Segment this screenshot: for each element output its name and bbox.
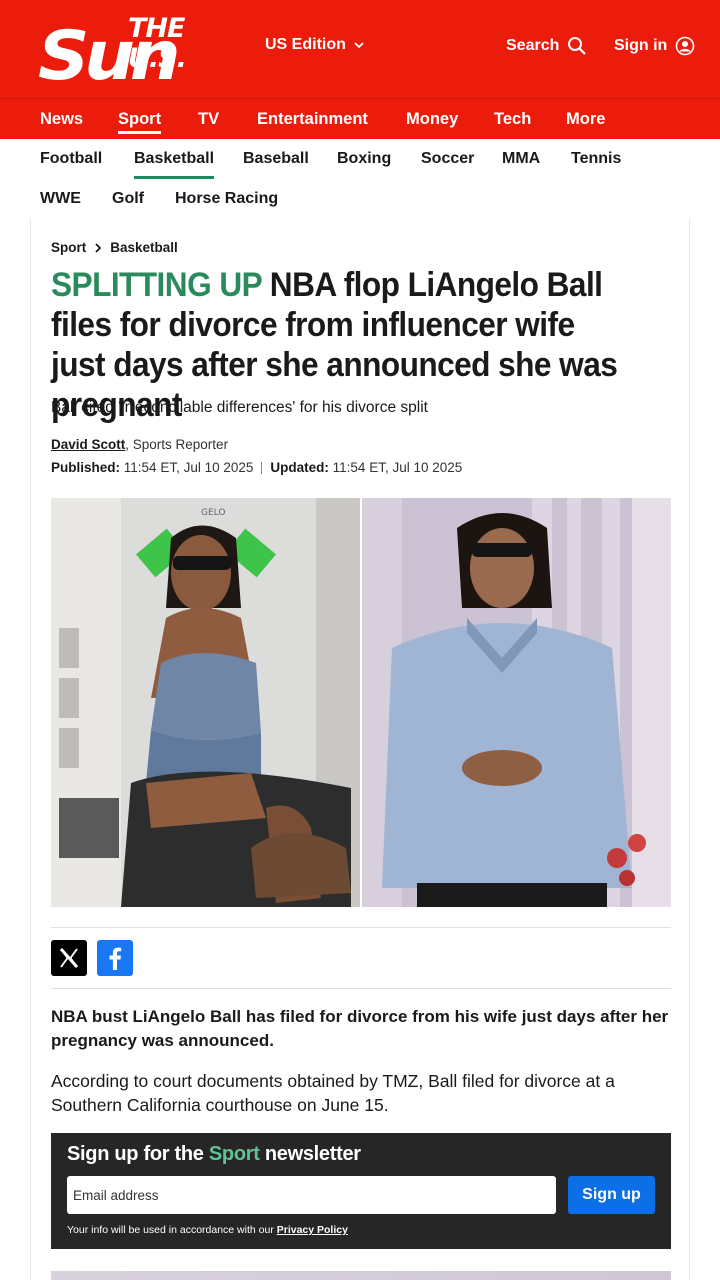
user-icon (676, 36, 695, 56)
chevron-down-icon (354, 42, 364, 49)
photo-sign-text: GELO (201, 508, 225, 518)
updated-label: Updated: (270, 460, 329, 475)
next-image (51, 1271, 671, 1280)
subnav-golf[interactable]: Golf (112, 179, 144, 219)
nav-money[interactable]: Money (406, 99, 458, 139)
newsletter-title: Sign up for the Sport newsletter (67, 1143, 361, 1166)
share-facebook-button[interactable] (97, 940, 133, 976)
sign-in-label: Sign in (614, 37, 668, 54)
subnav-horse-racing[interactable]: Horse Racing (175, 179, 278, 219)
standfirst: Ball cited 'irreconcilable differences' … (51, 399, 428, 416)
edition-selector[interactable]: US Edition (265, 36, 364, 54)
published-value: 11:54 ET, Jul 10 2025 (123, 460, 254, 475)
subnav-mma[interactable]: MMA (502, 139, 540, 179)
author-link[interactable]: David Scott (51, 437, 125, 452)
newsletter-legal: Your info will be used in accordance wit… (67, 1224, 348, 1236)
article-lede: NBA bust LiAngelo Ball has filed for div… (51, 1007, 669, 1050)
newsletter-legal-text: Your info will be used in accordance wit… (67, 1224, 277, 1236)
subnav-boxing[interactable]: Boxing (337, 139, 391, 179)
share-x-button[interactable] (51, 940, 87, 976)
subnav-tennis[interactable]: Tennis (571, 139, 621, 179)
newsletter-title-pre: Sign up for the (67, 1143, 209, 1165)
author-role: , Sports Reporter (125, 437, 229, 452)
logo-big-text: Sun (38, 17, 181, 96)
newsletter-title-highlight: Sport (208, 1143, 260, 1165)
nav-more[interactable]: More (566, 99, 605, 139)
privacy-policy-link[interactable]: Privacy Policy (277, 1224, 348, 1236)
edition-label: US Edition (265, 36, 346, 53)
newsletter-signup: Sign up for the Sport newsletter Sign up… (51, 1133, 671, 1249)
updated-value: 11:54 ET, Jul 10 2025 (332, 460, 463, 475)
hero-image-right (362, 498, 671, 907)
published-label: Published: (51, 460, 121, 475)
article-dates: Published: 11:54 ET, Jul 10 2025 Updated… (51, 460, 462, 475)
hero-image-left: GELO (51, 498, 360, 907)
nav-sport[interactable]: Sport (118, 99, 162, 139)
headline-kicker: SPLITTING UP (51, 266, 262, 304)
x-logo-icon (59, 948, 79, 968)
article: Sport Basketball SPLITTING UP NBA flop L… (30, 219, 690, 1280)
subnav-basketball[interactable]: Basketball (134, 139, 215, 179)
secondary-nav: Football Basketball Baseball Boxing Socc… (0, 139, 720, 219)
hero-image[interactable]: GELO (51, 498, 671, 907)
subnav-baseball[interactable]: Baseball (243, 139, 309, 179)
search-label: Search (506, 37, 560, 54)
article-paragraph: According to court documents obtained by… (51, 1071, 615, 1115)
newsletter-email-input[interactable] (67, 1176, 556, 1214)
nav-tv[interactable]: TV (198, 99, 219, 139)
primary-nav: News Sport TV Entertainment Money Tech M… (0, 98, 720, 139)
nav-tech[interactable]: Tech (494, 99, 531, 139)
search-button[interactable]: Search (506, 36, 587, 56)
breadcrumb: Sport Basketball (51, 240, 178, 255)
chevron-right-icon (95, 242, 102, 253)
sign-in-button[interactable]: Sign in (614, 36, 695, 56)
nav-entertainment[interactable]: Entertainment (257, 99, 368, 139)
the-us-sun-logo[interactable]: THE U.S. Sun (38, 14, 250, 96)
date-separator (261, 461, 263, 474)
breadcrumb-sport[interactable]: Sport (51, 240, 86, 255)
masthead: THE U.S. Sun US Edition Search Sign in (0, 0, 720, 98)
byline: David Scott, Sports Reporter (51, 437, 228, 452)
facebook-icon (109, 947, 122, 970)
newsletter-title-post: newsletter (259, 1143, 361, 1165)
newsletter-signup-button[interactable]: Sign up (568, 1176, 655, 1214)
search-icon (568, 37, 587, 55)
subnav-wwe[interactable]: WWE (40, 179, 81, 219)
subnav-soccer[interactable]: Soccer (421, 139, 474, 179)
subnav-football[interactable]: Football (40, 139, 102, 179)
nav-news[interactable]: News (40, 99, 83, 139)
share-bar (51, 927, 671, 989)
breadcrumb-basketball[interactable]: Basketball (110, 240, 178, 255)
